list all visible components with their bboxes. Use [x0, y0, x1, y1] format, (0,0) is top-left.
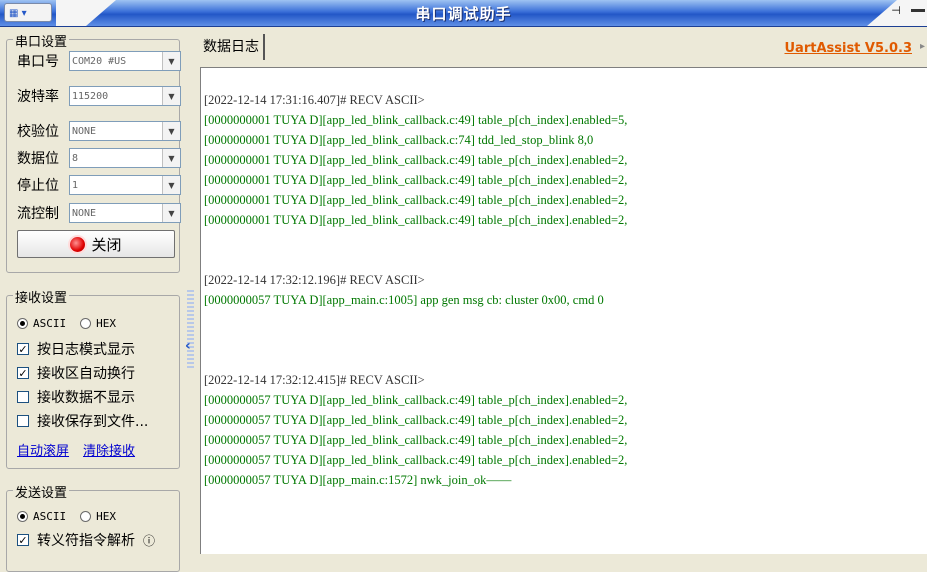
send-settings-legend: 发送设置: [13, 482, 70, 501]
stopbits-label: 停止位: [17, 178, 59, 194]
main-panel: 数据日志 UartAssist V5.0.3 ▸ [2022-12-14 17:…: [196, 27, 927, 554]
databits-row: 数据位 8 ▼: [17, 147, 181, 169]
flowcontrol-select[interactable]: NONE ▼: [69, 203, 181, 223]
checkbox-checked-icon: ✓: [17, 367, 29, 380]
receive-check-save-file[interactable]: 接收保存到文件...: [17, 410, 148, 432]
log-line: [0000000001 TUYA D][app_led_blink_callba…: [204, 113, 628, 127]
minimize-button[interactable]: [911, 9, 925, 12]
left-panel: 串口设置 串口号 COM20 #US ▼ 波特率 115200 ▼ 校验位 NONE…: [0, 27, 186, 572]
log-line: [0000000057 TUYA D][app_main.c:1005] app…: [204, 293, 604, 307]
clear-receive-link[interactable]: 清除接收: [83, 440, 135, 459]
checkbox-empty-icon: [17, 391, 29, 403]
send-settings-group: 发送设置 ASCII HEX ✓ 转义符指令解析 ⓘ: [6, 482, 180, 572]
log-line: [2022-12-14 17:32:12.196]# RECV ASCII>: [204, 273, 425, 287]
stopbits-select[interactable]: 1 ▼: [69, 175, 181, 195]
port-select[interactable]: COM20 #US ▼: [69, 51, 181, 71]
window-title: 串口调试助手: [415, 5, 512, 23]
checkbox-empty-icon: [17, 415, 29, 427]
log-line: [0000000001 TUYA D][app_led_blink_callba…: [204, 173, 628, 187]
serial-settings-legend: 串口设置: [13, 31, 70, 50]
radio-empty-icon: [80, 317, 92, 329]
receive-log-area[interactable]: [2022-12-14 17:31:16.407]# RECV ASCII> […: [200, 67, 927, 554]
send-check-escape[interactable]: ✓ 转义符指令解析 ⓘ: [17, 529, 155, 551]
collapse-left-arrow-icon[interactable]: ‹: [185, 338, 191, 354]
checkbox-checked-icon: ✓: [17, 534, 29, 547]
receive-format-row: ASCII HEX: [17, 312, 130, 334]
parity-label: 校验位: [17, 124, 59, 140]
baud-select[interactable]: 115200 ▼: [69, 86, 181, 106]
chevron-down-icon[interactable]: ▼: [162, 149, 180, 167]
radio-selected-icon: [17, 510, 28, 522]
parity-row: 校验位 NONE ▼: [17, 120, 181, 142]
log-line: [0000000057 TUYA D][app_main.c:1572] nwk…: [204, 473, 512, 487]
brand-link[interactable]: UartAssist V5.0.3: [785, 41, 913, 56]
receive-settings-legend: 接收设置: [13, 287, 70, 306]
receive-hex-radio[interactable]: HEX: [80, 317, 116, 330]
receive-ascii-radio[interactable]: ASCII: [17, 317, 66, 330]
checkbox-checked-icon: ✓: [17, 343, 29, 356]
parity-select[interactable]: NONE ▼: [69, 121, 181, 141]
status-lamp-icon: [70, 236, 86, 252]
close-port-button[interactable]: 关闭: [17, 230, 175, 258]
send-ascii-radio[interactable]: ASCII: [17, 510, 66, 523]
port-row: 串口号 COM20 #US ▼: [17, 50, 181, 72]
close-port-label: 关闭: [91, 235, 122, 254]
pin-icon[interactable]: ⊣: [887, 4, 905, 21]
stopbits-row: 停止位 1 ▼: [17, 174, 181, 196]
receive-settings-group: 接收设置 ASCII HEX ✓ 按日志模式显示 ✓ 接收区自动换行 接收数据不显示…: [6, 287, 180, 469]
log-line: [0000000057 TUYA D][app_led_blink_callba…: [204, 433, 628, 447]
chevron-down-icon[interactable]: ▼: [162, 204, 180, 222]
radio-selected-icon: [17, 317, 28, 329]
chevron-right-icon: ▸: [919, 41, 925, 52]
receive-check-autowrap[interactable]: ✓ 接收区自动换行: [17, 362, 135, 384]
tab-data-log[interactable]: 数据日志: [199, 34, 265, 60]
chevron-down-icon[interactable]: ▼: [162, 176, 180, 194]
receive-check-log-mode[interactable]: ✓ 按日志模式显示: [17, 338, 135, 360]
log-line: [0000000057 TUYA D][app_led_blink_callba…: [204, 413, 628, 427]
receive-links-row: 自动滚屏 清除接收: [17, 438, 149, 460]
log-line: [0000000057 TUYA D][app_led_blink_callba…: [204, 453, 628, 467]
autoscroll-link[interactable]: 自动滚屏: [17, 440, 69, 459]
serial-settings-group: 串口设置 串口号 COM20 #US ▼ 波特率 115200 ▼ 校验位 NONE…: [6, 31, 181, 273]
log-line: [0000000001 TUYA D][app_led_blink_callba…: [204, 193, 628, 207]
databits-label: 数据位: [17, 151, 59, 167]
databits-select[interactable]: 8 ▼: [69, 148, 181, 168]
log-line: [0000000057 TUYA D][app_led_blink_callba…: [204, 393, 628, 407]
log-line: [0000000001 TUYA D][app_led_blink_callba…: [204, 213, 628, 227]
baud-label: 波特率: [17, 89, 59, 105]
log-line: [2022-12-14 17:32:12.415]# RECV ASCII>: [204, 373, 425, 387]
port-label: 串口号: [17, 54, 59, 70]
radio-empty-icon: [80, 510, 92, 522]
log-line: [2022-12-14 17:31:16.407]# RECV ASCII>: [204, 93, 425, 107]
title-bar: ▦ ▾ 串口调试助手 ⊣: [0, 0, 927, 27]
log-line: [0000000001 TUYA D][app_led_blink_callba…: [204, 133, 594, 147]
send-hex-radio[interactable]: HEX: [80, 510, 116, 523]
panel-splitter[interactable]: [187, 290, 194, 370]
chevron-down-icon[interactable]: ▼: [162, 87, 180, 105]
chevron-down-icon[interactable]: ▼: [162, 122, 180, 140]
log-line: [0000000001 TUYA D][app_led_blink_callba…: [204, 153, 628, 167]
chevron-down-icon[interactable]: ▼: [162, 52, 180, 70]
flowcontrol-label: 流控制: [17, 206, 59, 222]
send-format-row: ASCII HEX: [17, 505, 130, 527]
baud-row: 波特率 115200 ▼: [17, 85, 181, 107]
flowcontrol-row: 流控制 NONE ▼: [17, 202, 181, 224]
info-icon[interactable]: ⓘ: [143, 532, 155, 549]
receive-check-hide-data[interactable]: 接收数据不显示: [17, 386, 135, 408]
